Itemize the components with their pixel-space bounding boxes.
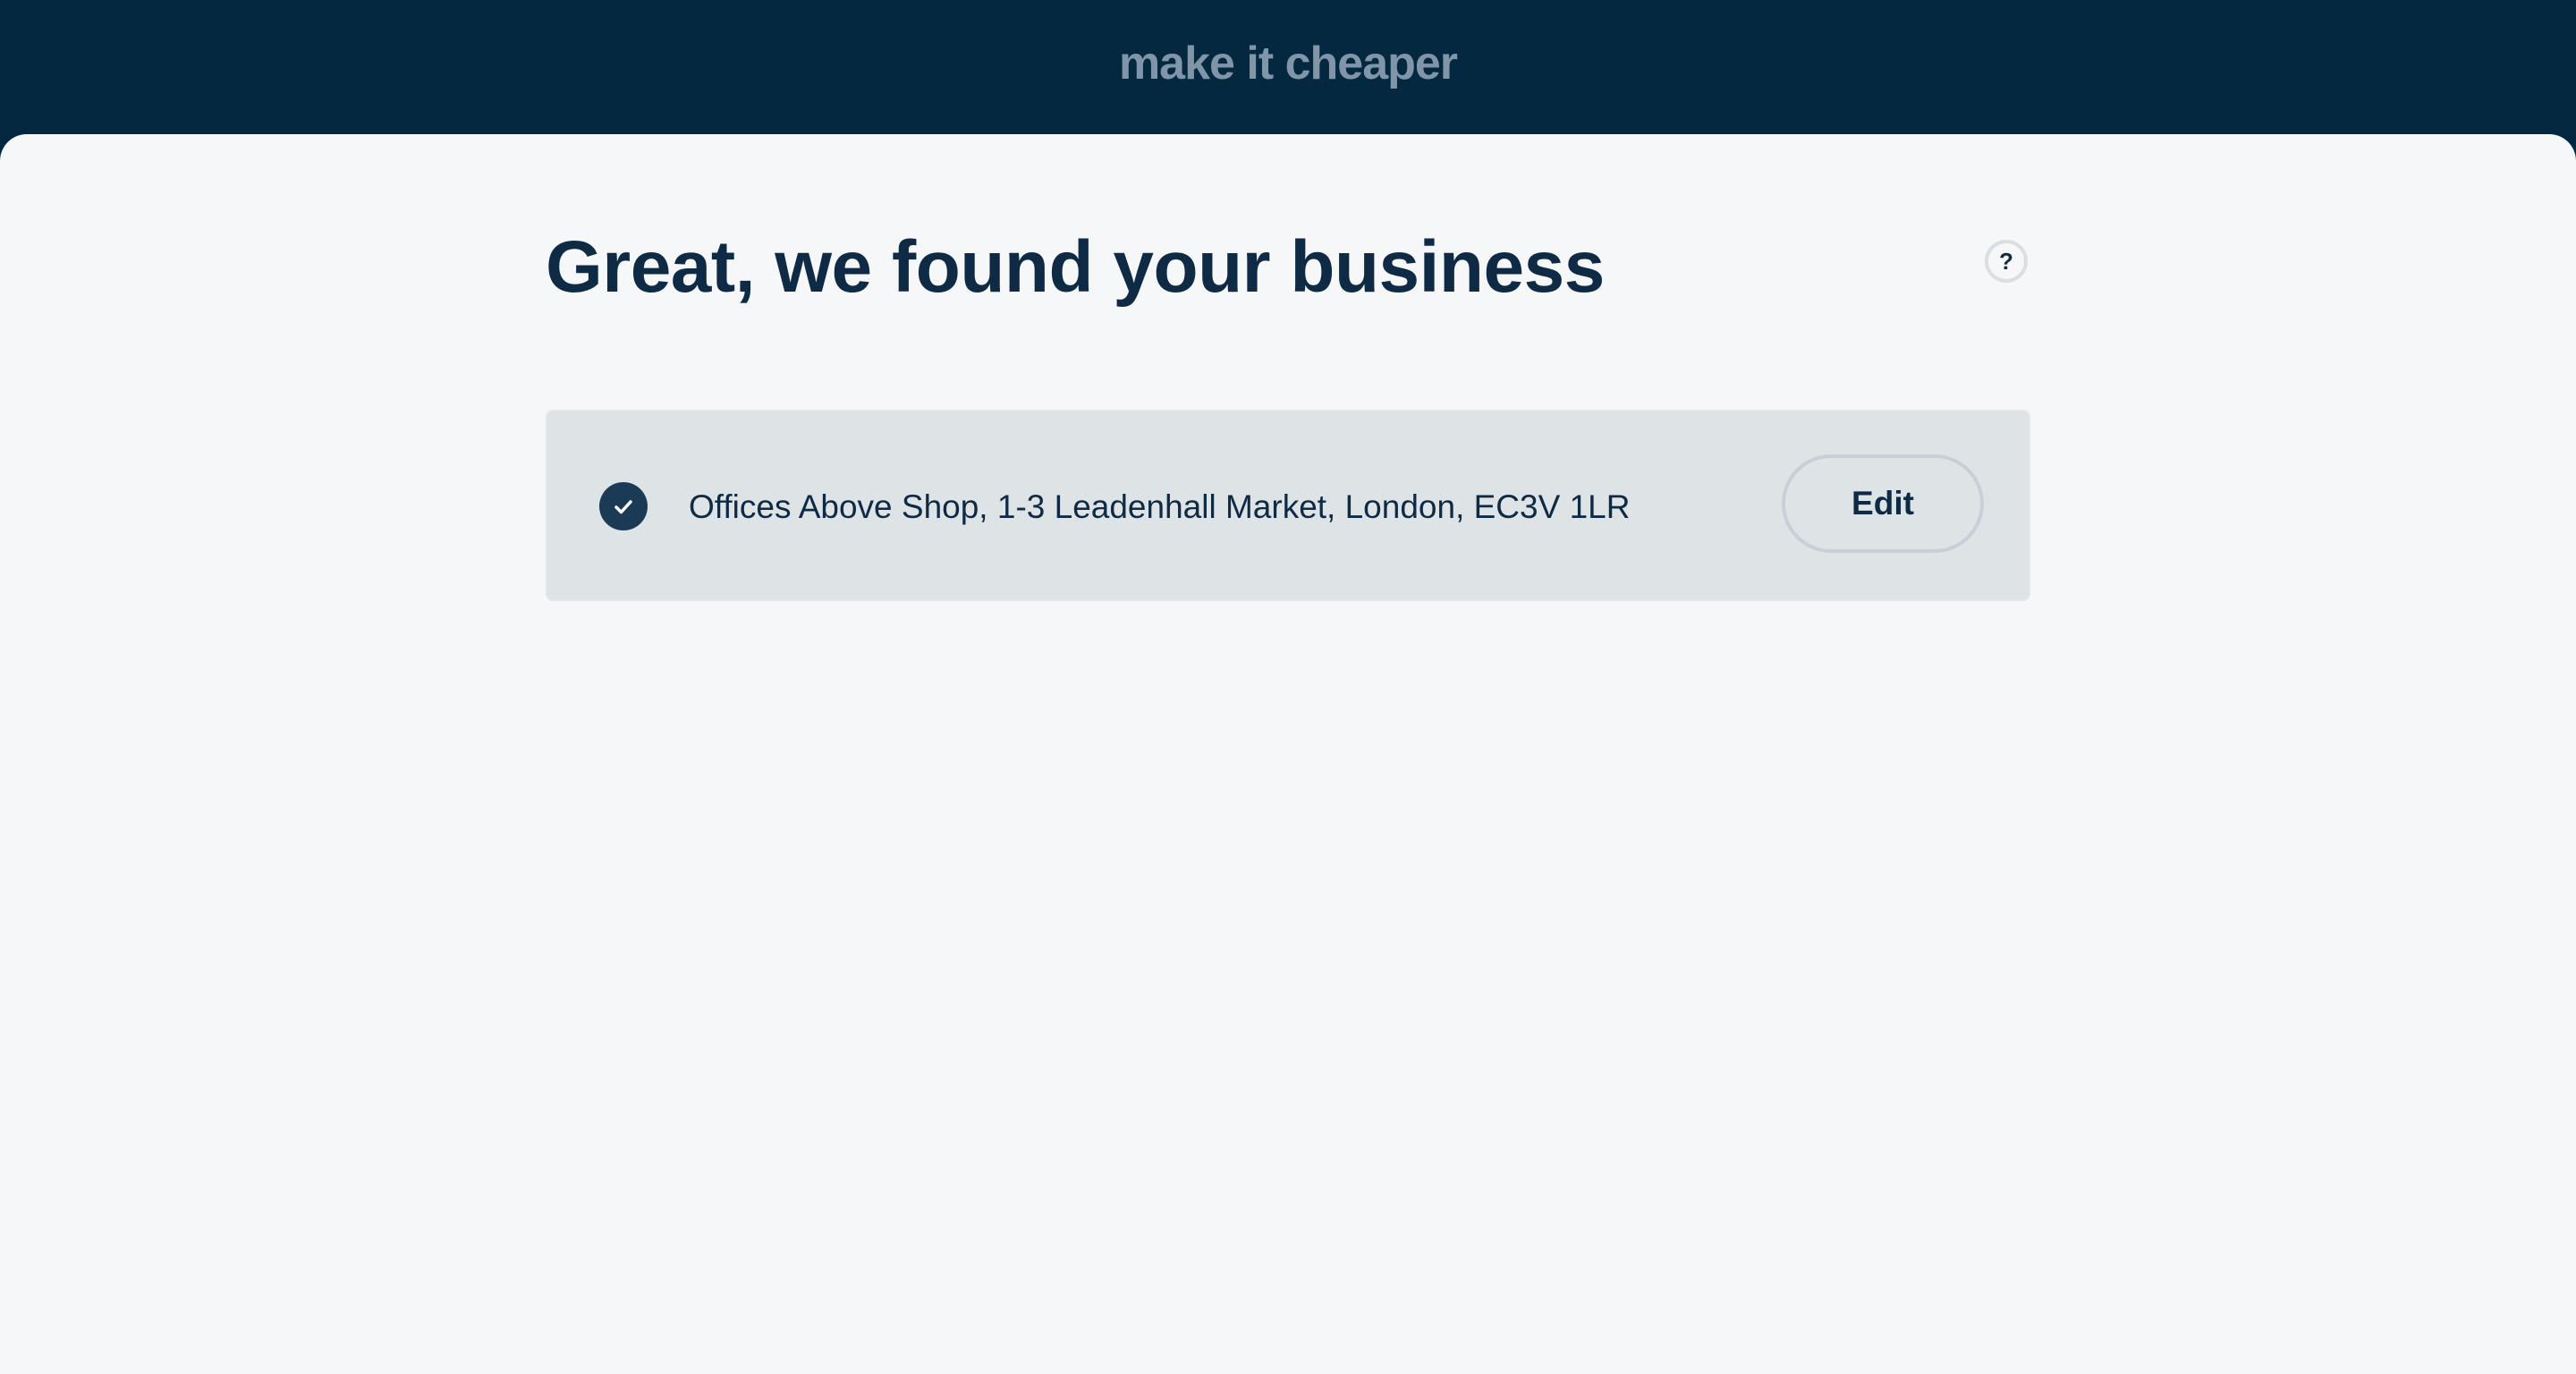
main-content: Great, we found your business ? Offices … bbox=[0, 134, 2576, 1374]
check-circle-icon bbox=[599, 482, 648, 530]
business-address-card: Offices Above Shop, 1-3 Leadenhall Marke… bbox=[546, 410, 2030, 601]
business-address: Offices Above Shop, 1-3 Leadenhall Marke… bbox=[689, 488, 1631, 525]
top-header: make it cheaper bbox=[0, 0, 2576, 136]
logo-text: make it cheaper bbox=[1119, 38, 1458, 89]
make-it-cheaper-logo[interactable]: make it cheaper bbox=[1116, 32, 1460, 97]
question-mark-icon: ? bbox=[1999, 247, 2013, 275]
help-button[interactable]: ? bbox=[1985, 240, 2028, 283]
edit-button[interactable]: Edit bbox=[1782, 454, 1984, 553]
page-title: Great, we found your business bbox=[546, 226, 1605, 308]
